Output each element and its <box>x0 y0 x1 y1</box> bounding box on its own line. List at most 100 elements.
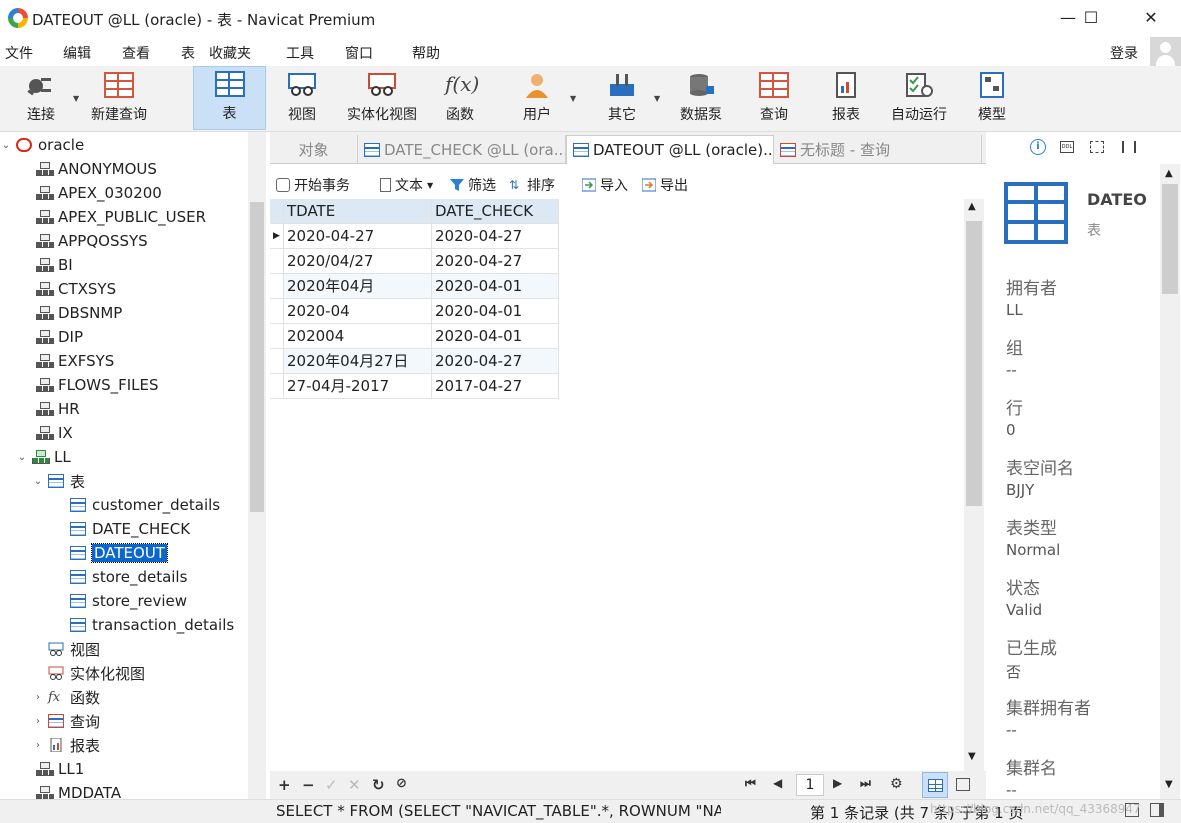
first-page-button[interactable]: ⏮ <box>745 776 756 791</box>
tree-schema-hr[interactable]: HR <box>0 397 248 421</box>
query-button[interactable]: 查询 <box>752 66 796 130</box>
scroll-down-icon[interactable]: ▼ <box>1165 779 1173 790</box>
tab-dateout[interactable]: DATEOUT @LL (oracle)... <box>566 135 774 164</box>
column-header-tdate[interactable]: TDATE <box>284 199 432 224</box>
table-cell[interactable]: 2020年04月 <box>284 274 432 299</box>
add-record-button[interactable]: + <box>278 776 291 794</box>
tree-schema-ll[interactable]: ⌄ LL <box>0 445 248 469</box>
maximize-button[interactable]: ☐ <box>1068 0 1114 34</box>
function-button[interactable]: f(x) 函数 <box>438 66 482 130</box>
tree-schema-exfsys[interactable]: EXFSYS <box>0 349 248 373</box>
row-selector[interactable]: ▶ <box>270 224 284 249</box>
tree-schema-mddata[interactable]: MDDATA <box>0 781 248 799</box>
connect-dropdown-icon[interactable]: ▼ <box>73 94 79 103</box>
chevron-right-icon[interactable]: › <box>32 740 44 751</box>
scroll-up-icon[interactable]: ▲ <box>1165 168 1173 179</box>
table-cell[interactable]: 2020-04-01 <box>432 274 559 299</box>
info-scrollbar[interactable]: ▲ ▼ <box>1160 164 1180 799</box>
row-selector[interactable] <box>270 324 284 349</box>
menu-edit[interactable]: 编辑 <box>63 43 91 63</box>
tree-schema-ctxsys[interactable]: CTXSYS <box>0 277 248 301</box>
table-cell[interactable]: 27-04月-2017 <box>284 374 432 399</box>
tree-table-store-review[interactable]: store_review <box>0 589 248 613</box>
export-button[interactable]: 导出 <box>641 175 688 195</box>
avatar-icon[interactable] <box>1150 37 1181 68</box>
tree-schema-dip[interactable]: DIP <box>0 325 248 349</box>
table-cell[interactable]: 2020-04-01 <box>432 299 559 324</box>
grid-view-toggle[interactable] <box>922 772 948 798</box>
user-button[interactable]: 用户 <box>515 66 559 130</box>
tree-connection-oracle[interactable]: ⌄ oracle <box>0 133 248 157</box>
preview-tab-icon[interactable] <box>1122 141 1136 153</box>
row-selector[interactable] <box>270 349 284 374</box>
tree-schema-ix[interactable]: IX <box>0 421 248 445</box>
scroll-down-icon[interactable]: ▼ <box>968 751 976 762</box>
tree-schema-flows-files[interactable]: FLOWS_FILES <box>0 373 248 397</box>
tree-table-transaction-details[interactable]: transaction_details <box>0 613 248 637</box>
menu-tools[interactable]: 工具 <box>286 43 314 63</box>
autorun-button[interactable]: 自动运行 <box>886 66 952 130</box>
tree-scrollbar-thumb[interactable] <box>250 202 264 512</box>
tree-schema-anonymous[interactable]: ANONYMOUS <box>0 157 248 181</box>
menu-help[interactable]: 帮助 <box>412 43 440 63</box>
prev-page-button[interactable]: ◀ <box>773 776 782 790</box>
table-cell[interactable]: 2017-04-27 <box>432 374 559 399</box>
tree-scrollbar[interactable] <box>248 132 266 799</box>
chevron-down-icon[interactable]: ⌄ <box>32 476 44 487</box>
settings-gear-icon[interactable]: ⚙ <box>890 776 903 792</box>
menu-favorites[interactable]: 收藏夹 <box>209 43 251 63</box>
tree-schema-ll1[interactable]: LL1 <box>0 757 248 781</box>
info-panel-toggle-icon[interactable] <box>1150 803 1164 817</box>
tree-table-dateout[interactable]: DATEOUT <box>0 541 248 565</box>
grid-scrollbar[interactable]: ▲ ▼ <box>964 199 984 771</box>
text-button[interactable]: 文本 ▼ <box>380 175 433 195</box>
model-button[interactable]: 模型 <box>970 66 1014 130</box>
tab-untitled-query[interactable]: 无标题 - 查询 <box>774 135 982 164</box>
table-cell[interactable]: 2020-04-01 <box>432 324 559 349</box>
sort-button[interactable]: ⇅ 排序 <box>509 175 555 195</box>
tree-table-customer-details[interactable]: customer_details <box>0 493 248 517</box>
connect-button[interactable]: 连接 <box>16 66 66 130</box>
tab-date-check[interactable]: DATE_CHECK @LL (ora... <box>358 135 566 164</box>
datapump-button[interactable]: 数据泵 <box>674 66 728 130</box>
form-view-icon[interactable] <box>956 778 970 791</box>
menu-file[interactable]: 文件 <box>5 43 33 63</box>
tree-folder-reports[interactable]: › 报表 <box>0 733 248 757</box>
begin-transaction-button[interactable]: 开始事务 <box>276 175 350 195</box>
next-page-button[interactable]: ▶ <box>833 776 842 790</box>
other-dropdown-icon[interactable]: ▼ <box>654 94 660 103</box>
tree-folder-queries[interactable]: › 查询 <box>0 709 248 733</box>
tree-folder-tables[interactable]: ⌄ 表 <box>0 469 248 493</box>
refresh-button[interactable]: ↻ <box>372 776 385 794</box>
tree-folder-materialized-views[interactable]: 实体化视图 <box>0 661 248 685</box>
tree-folder-views[interactable]: 视图 <box>0 637 248 661</box>
row-selector[interactable] <box>270 249 284 274</box>
tree-folder-functions[interactable]: › fx 函数 <box>0 685 248 709</box>
chevron-down-icon[interactable]: ⌄ <box>0 140 12 151</box>
row-selector[interactable] <box>270 299 284 324</box>
table-cell[interactable]: 2020年04月27日 <box>284 349 432 374</box>
menu-table[interactable]: 表 <box>181 43 195 63</box>
close-button[interactable]: ✕ <box>1128 0 1174 34</box>
stop-button[interactable]: ⊘ <box>396 776 407 791</box>
table-button[interactable]: 表 <box>193 66 266 130</box>
login-link[interactable]: 登录 <box>1110 43 1138 63</box>
chevron-right-icon[interactable]: › <box>32 692 44 703</box>
ddl-tab-icon[interactable]: DDL <box>1060 141 1074 153</box>
chevron-right-icon[interactable]: › <box>32 716 44 727</box>
table-cell[interactable]: 2020-04-27 <box>284 224 432 249</box>
menu-view[interactable]: 查看 <box>122 43 150 63</box>
tree-table-store-details[interactable]: store_details <box>0 565 248 589</box>
import-button[interactable]: 导入 <box>581 175 628 195</box>
discard-changes-button[interactable]: ✕ <box>348 776 361 794</box>
tree-schema-apex-public-user[interactable]: APEX_PUBLIC_USER <box>0 205 248 229</box>
table-cell[interactable]: 2020/04/27 <box>284 249 432 274</box>
info-scrollbar-thumb[interactable] <box>1162 184 1178 294</box>
row-selector[interactable] <box>270 274 284 299</box>
table-cell[interactable]: 2020-04-27 <box>432 249 559 274</box>
tree-schema-appqossys[interactable]: APPQOSSYS <box>0 229 248 253</box>
tree-schema-apex-030200[interactable]: APEX_030200 <box>0 181 248 205</box>
user-dropdown-icon[interactable]: ▼ <box>570 94 576 103</box>
view-button[interactable]: 视图 <box>280 66 324 130</box>
filter-button[interactable]: 筛选 <box>450 175 496 195</box>
